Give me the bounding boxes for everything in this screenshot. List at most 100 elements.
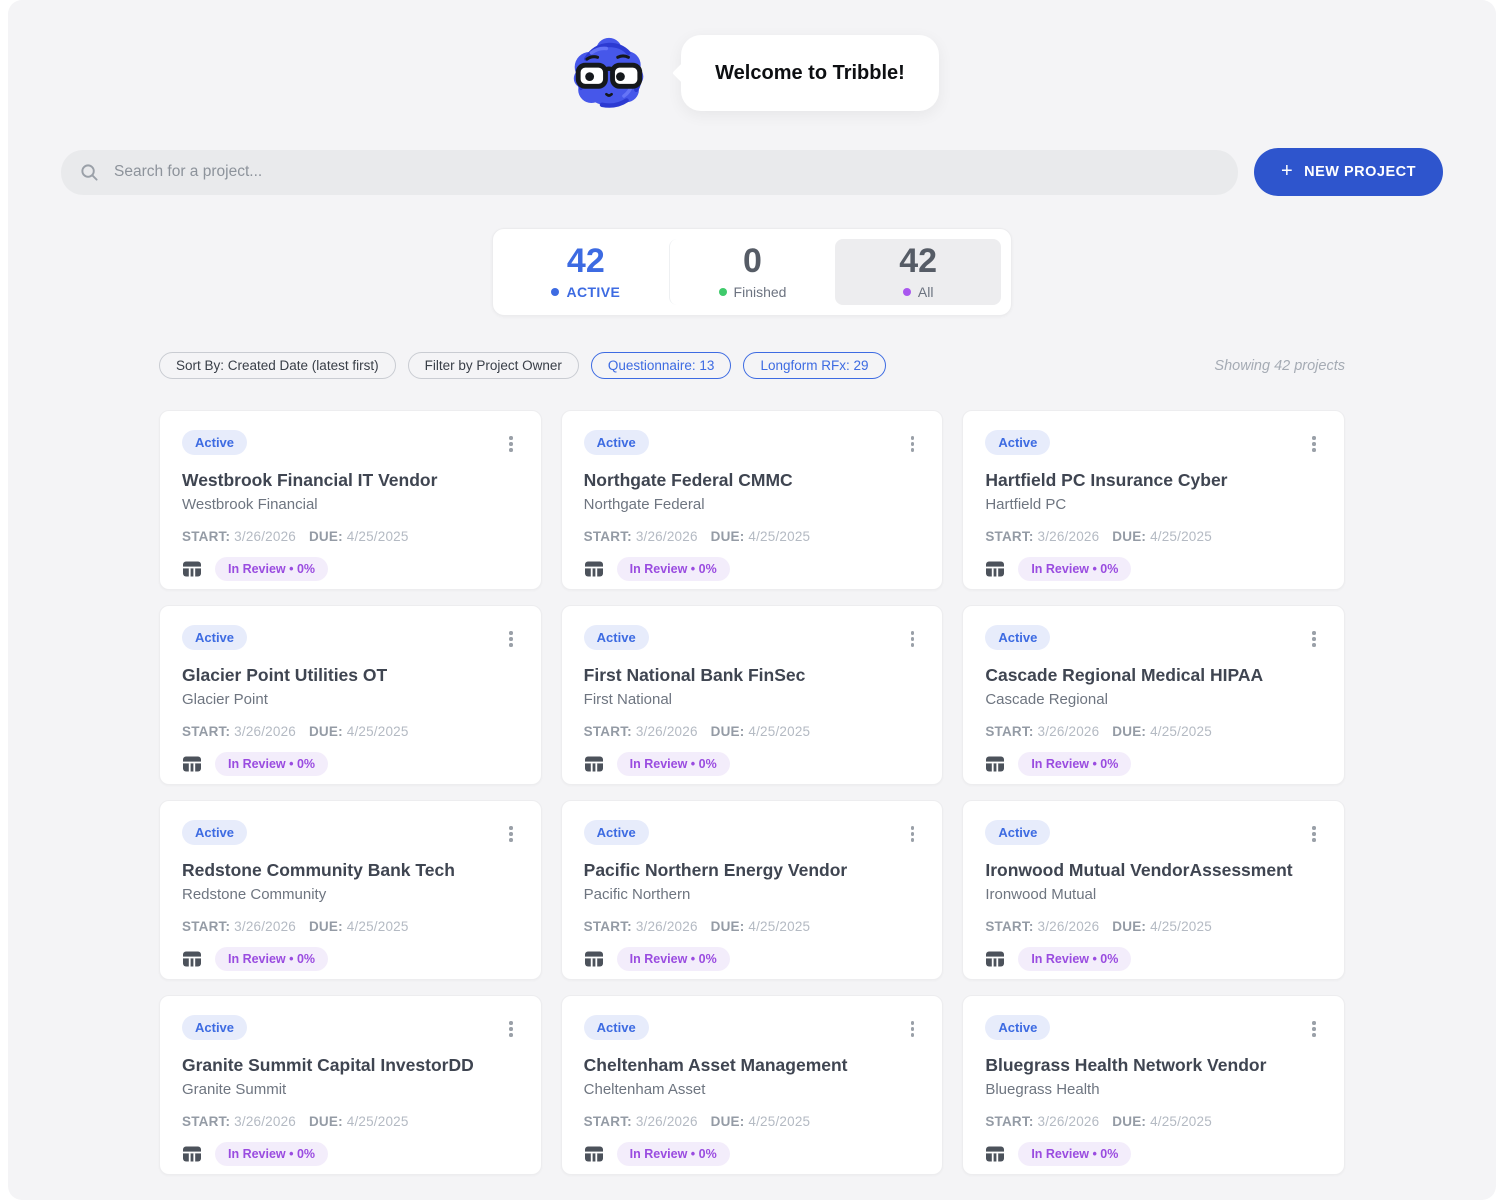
- card-menu-button[interactable]: [905, 432, 921, 456]
- filter-owner-chip[interactable]: Filter by Project Owner: [407, 352, 579, 379]
- card-menu-button[interactable]: [1306, 432, 1322, 456]
- search-input[interactable]: [112, 162, 1219, 182]
- project-card[interactable]: Active Redstone Community Bank Tech Reds…: [159, 800, 542, 980]
- project-title: Cheltenham Asset Management: [583, 1054, 848, 1075]
- due-date: 4/25/2025: [346, 723, 409, 739]
- due-date: 4/25/2025: [1150, 528, 1212, 544]
- stat-active[interactable]: 42 ACTIVE: [503, 239, 669, 305]
- project-title: Northgate Federal CMMC: [583, 469, 793, 490]
- project-dates: START: 3/26/2026 DUE: 4/25/2025: [182, 724, 519, 739]
- status-badge: Active: [583, 1015, 649, 1040]
- card-menu-button[interactable]: [905, 1017, 921, 1041]
- project-card[interactable]: Active Northgate Federal CMMC Northgate …: [560, 410, 944, 590]
- project-title: Hartfield PC Insurance Cyber: [985, 469, 1228, 490]
- status-badge: Active: [182, 820, 248, 845]
- review-status-badge: In Review • 0%: [616, 556, 730, 581]
- start-date: 3/26/2026: [635, 918, 698, 934]
- due-date: 4/25/2025: [346, 528, 409, 544]
- project-card[interactable]: Active Pacific Northern Energy Vendor Pa…: [560, 800, 944, 980]
- review-status-badge: In Review • 0%: [1018, 1141, 1132, 1166]
- card-menu-button[interactable]: [503, 432, 519, 456]
- project-title: First National Bank FinSec: [583, 664, 806, 685]
- project-card[interactable]: Active Cheltenham Asset Management Chelt…: [560, 995, 944, 1175]
- review-status-badge: In Review • 0%: [215, 1141, 329, 1166]
- table-icon: [584, 1146, 603, 1161]
- status-badge: Active: [985, 430, 1051, 455]
- project-client: Granite Summit: [182, 1080, 287, 1098]
- active-count: 42: [566, 242, 605, 281]
- project-card[interactable]: Active Granite Summit Capital InvestorDD…: [159, 995, 542, 1175]
- start-date: 3/26/2026: [1037, 1113, 1100, 1129]
- active-dot-icon: [551, 287, 560, 296]
- project-dates: START: 3/26/2026 DUE: 4/25/2025: [985, 919, 1322, 934]
- tribble-mascot-icon: [573, 37, 644, 108]
- welcome-text: Welcome to Tribble!: [715, 61, 905, 84]
- start-date: 3/26/2026: [1037, 918, 1100, 934]
- table-icon: [584, 756, 603, 771]
- longform-rfx-chip[interactable]: Longform RFx: 29: [743, 352, 886, 379]
- due-date: 4/25/2025: [748, 1113, 811, 1129]
- review-status-badge: In Review • 0%: [215, 751, 329, 776]
- start-label: START:: [583, 528, 632, 544]
- finished-count: 0: [743, 242, 762, 281]
- due-label: DUE:: [308, 723, 343, 739]
- due-date: 4/25/2025: [1150, 918, 1212, 934]
- project-title: Pacific Northern Energy Vendor: [583, 859, 848, 880]
- project-title: Redstone Community Bank Tech: [182, 859, 455, 880]
- card-menu-button[interactable]: [905, 627, 921, 651]
- card-menu-button[interactable]: [1306, 627, 1322, 651]
- table-icon: [183, 951, 201, 966]
- app-background: Welcome to Tribble! + NEW PROJECT 42 ACT…: [8, 0, 1496, 1200]
- start-date: 3/26/2026: [234, 723, 297, 739]
- status-badge: Active: [583, 430, 649, 455]
- table-icon: [183, 756, 201, 771]
- stat-all[interactable]: 42 All: [835, 239, 1002, 305]
- card-menu-button[interactable]: [503, 822, 519, 846]
- due-label: DUE:: [308, 1113, 343, 1129]
- project-client: First National: [583, 690, 673, 708]
- card-menu-button[interactable]: [1306, 1017, 1322, 1041]
- status-badge: Active: [985, 1015, 1051, 1040]
- project-card[interactable]: Active Ironwood Mutual VendorAssessment …: [962, 800, 1345, 980]
- project-title: Cascade Regional Medical HIPAA: [985, 664, 1264, 685]
- start-label: START:: [583, 918, 632, 934]
- start-label: START:: [182, 528, 231, 544]
- status-badge: Active: [182, 625, 248, 650]
- start-label: START:: [985, 723, 1034, 739]
- showing-projects-count: Showing 42 projects: [1214, 357, 1345, 374]
- questionnaire-chip[interactable]: Questionnaire: 13: [590, 352, 732, 379]
- project-card[interactable]: Active Hartfield PC Insurance Cyber Hart…: [962, 410, 1345, 590]
- project-card[interactable]: Active Glacier Point Utilities OT Glacie…: [159, 605, 542, 785]
- project-card[interactable]: Active Westbrook Financial IT Vendor Wes…: [159, 410, 542, 590]
- card-menu-button[interactable]: [905, 822, 921, 846]
- start-date: 3/26/2026: [1037, 723, 1100, 739]
- due-label: DUE:: [710, 1113, 745, 1129]
- table-icon: [584, 951, 603, 966]
- stat-finished[interactable]: 0 Finished: [668, 239, 836, 305]
- start-date: 3/26/2026: [234, 528, 297, 544]
- card-menu-button[interactable]: [503, 1017, 519, 1041]
- status-badge: Active: [182, 1015, 248, 1040]
- table-icon: [986, 756, 1005, 771]
- table-icon: [986, 1146, 1005, 1161]
- project-title: Ironwood Mutual VendorAssessment: [985, 859, 1293, 880]
- all-dot-icon: [902, 287, 911, 296]
- project-card[interactable]: Active Bluegrass Health Network Vendor B…: [962, 995, 1345, 1175]
- due-label: DUE:: [1112, 723, 1147, 739]
- sort-by-chip[interactable]: Sort By: Created Date (latest first): [159, 352, 396, 379]
- review-status-badge: In Review • 0%: [1018, 556, 1132, 581]
- card-menu-button[interactable]: [1306, 822, 1322, 846]
- start-date: 3/26/2026: [635, 528, 698, 544]
- start-date: 3/26/2026: [234, 1113, 297, 1129]
- start-label: START:: [985, 528, 1034, 544]
- status-badge: Active: [182, 430, 248, 455]
- card-menu-button[interactable]: [503, 627, 519, 651]
- due-date: 4/25/2025: [346, 1113, 409, 1129]
- review-status-badge: In Review • 0%: [215, 946, 329, 971]
- project-card[interactable]: Active First National Bank FinSec First …: [560, 605, 944, 785]
- new-project-button[interactable]: + NEW PROJECT: [1253, 148, 1443, 196]
- due-label: DUE:: [1112, 1113, 1147, 1129]
- project-dates: START: 3/26/2026 DUE: 4/25/2025: [182, 919, 519, 934]
- start-label: START:: [583, 723, 632, 739]
- project-card[interactable]: Active Cascade Regional Medical HIPAA Ca…: [962, 605, 1345, 785]
